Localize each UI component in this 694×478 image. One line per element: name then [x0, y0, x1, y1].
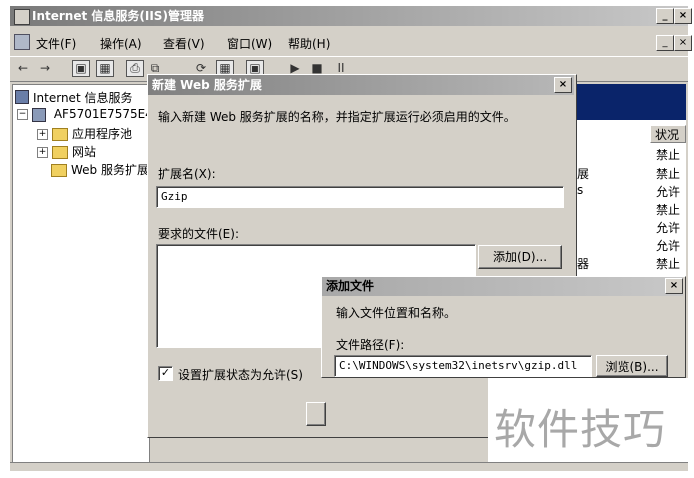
- collapse-icon[interactable]: −: [17, 109, 28, 120]
- up-level-icon[interactable]: ▣: [72, 60, 90, 77]
- status-cell: 允许: [656, 221, 681, 235]
- list-name-fragment: s: [577, 183, 584, 197]
- tree-item-websites[interactable]: + 网站: [37, 143, 96, 160]
- expand-icon[interactable]: +: [37, 147, 48, 158]
- status-cell: 允许: [656, 185, 681, 199]
- tree-root[interactable]: Internet 信息服务: [15, 89, 132, 106]
- tree-item-label: 网站: [72, 145, 97, 159]
- tree-server-label: AF5701E7575E47: [53, 107, 161, 121]
- file-path-input[interactable]: C:\WINDOWS\system32\inetsrv\gzip.dll: [334, 355, 592, 377]
- status-cell: 禁止: [656, 148, 681, 162]
- tree-item-label: 应用程序池: [72, 127, 133, 141]
- new-extension-close-button[interactable]: ×: [554, 77, 572, 93]
- status-bar: [10, 462, 688, 471]
- child-close-button[interactable]: ×: [674, 35, 692, 51]
- server-icon: [32, 108, 46, 122]
- extension-name-label: 扩展名(X):: [158, 167, 216, 181]
- menu-bar: 文件(F) 操作(A) 查看(V) 窗口(W) 帮助(H) _ ×: [10, 30, 692, 54]
- allow-status-checkbox[interactable]: ✓: [158, 366, 173, 381]
- tree-item-app-pools[interactable]: + 应用程序池: [37, 125, 132, 142]
- add-file-button[interactable]: 添加(D)...: [478, 245, 562, 269]
- dialog-ok-button-partial[interactable]: [306, 402, 326, 426]
- required-files-label: 要求的文件(E):: [158, 227, 239, 241]
- file-path-label: 文件路径(F):: [336, 338, 405, 352]
- allow-status-label: 设置扩展状态为允许(S): [178, 368, 303, 382]
- add-file-dialog-title: 添加文件: [326, 279, 375, 293]
- window-titlebar: Internet 信息服务(IIS)管理器 _ ×: [10, 6, 692, 26]
- list-name-fragment: 展: [577, 167, 590, 181]
- folder-icon: [51, 164, 67, 177]
- browse-button[interactable]: 浏览(B)...: [596, 355, 668, 377]
- add-file-dialog-titlebar: 添加文件 ×: [322, 277, 683, 296]
- column-header-status[interactable]: 状况: [650, 125, 686, 143]
- menu-help[interactable]: 帮助(H): [288, 35, 330, 52]
- tree-server[interactable]: − AF5701E7575E47: [17, 107, 161, 122]
- menu-window[interactable]: 窗口(W): [227, 35, 272, 52]
- add-file-close-button[interactable]: ×: [665, 278, 683, 294]
- menu-view[interactable]: 查看(V): [163, 35, 205, 52]
- new-extension-dialog-title: 新建 Web 服务扩展: [152, 78, 262, 92]
- child-minimize-button[interactable]: _: [656, 35, 674, 51]
- list-name-fragment: 器: [577, 257, 590, 271]
- new-extension-instruction: 输入新建 Web 服务扩展的名称，并指定扩展运行必须启用的文件。: [158, 110, 516, 124]
- watermark-text: 软件技巧: [494, 405, 667, 454]
- folder-icon: [52, 146, 68, 159]
- forward-icon[interactable]: →: [36, 60, 54, 77]
- status-cell: 禁止: [656, 203, 681, 217]
- expand-icon[interactable]: +: [37, 129, 48, 140]
- folder-icon: [52, 128, 68, 141]
- properties-icon[interactable]: ⎙: [126, 60, 144, 77]
- window-close-button[interactable]: ×: [674, 8, 692, 24]
- tree-root-label: Internet 信息服务: [33, 91, 133, 105]
- app-icon: [14, 9, 30, 25]
- show-hide-tree-icon[interactable]: ▦: [96, 60, 114, 77]
- back-icon[interactable]: ←: [14, 60, 32, 77]
- menu-file[interactable]: 文件(F): [36, 35, 76, 52]
- status-cell: 允许: [656, 239, 681, 253]
- tree-pane: Internet 信息服务 − AF5701E7575E47 + 应用程序池 + 网…: [12, 84, 160, 464]
- details-banner: [576, 84, 686, 120]
- window-title: Internet 信息服务(IIS)管理器: [32, 9, 204, 23]
- tree-item-web-service-extensions[interactable]: Web 服务扩展: [51, 161, 149, 178]
- tree-item-label: Web 服务扩展: [71, 163, 149, 177]
- status-cell: 禁止: [656, 257, 681, 271]
- window-minimize-button[interactable]: _: [656, 8, 674, 24]
- menu-action[interactable]: 操作(A): [100, 35, 142, 52]
- new-extension-dialog-titlebar: 新建 Web 服务扩展 ×: [148, 75, 574, 95]
- status-cell: 禁止: [656, 167, 681, 181]
- iis-icon: [15, 90, 29, 104]
- mmc-icon: [14, 34, 30, 50]
- extension-name-input[interactable]: Gzip: [156, 186, 564, 208]
- add-file-instruction: 输入文件位置和名称。: [336, 306, 457, 320]
